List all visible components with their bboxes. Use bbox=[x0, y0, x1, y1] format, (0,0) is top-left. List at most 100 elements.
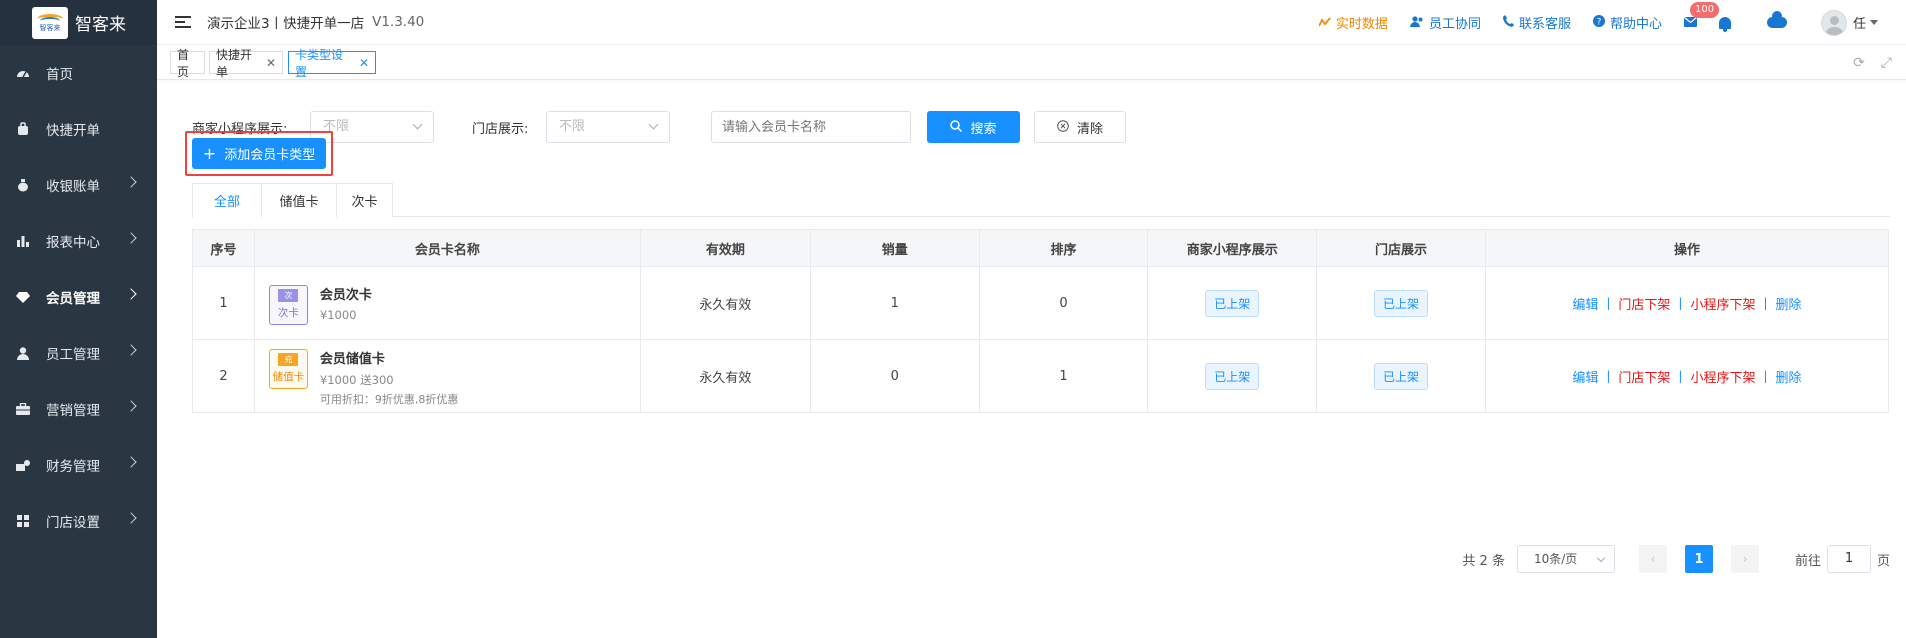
main-content: 商家小程序展示: 不限 门店展示: 不限 搜索 清除 + 添加会员卡类型 全部 … bbox=[157, 81, 1906, 638]
chevron-down-icon bbox=[412, 119, 423, 130]
times-card-icon: 次 次卡 bbox=[268, 284, 308, 325]
next-page-button[interactable]: › bbox=[1730, 545, 1759, 573]
delete-link[interactable]: 删除 bbox=[1776, 367, 1802, 386]
help-center-link[interactable]: ? 帮助中心 bbox=[1592, 13, 1662, 32]
page-number-1[interactable]: 1 bbox=[1684, 545, 1713, 573]
tags-bar-tools: ⟳ ⤢ bbox=[1837, 55, 1892, 71]
tag-quick-order[interactable]: 快捷开单 ✕ bbox=[209, 48, 283, 79]
user-name[interactable]: 任 bbox=[1853, 13, 1866, 32]
card-price: ¥1000 送300 bbox=[319, 372, 394, 387]
status-badge: 已上架 bbox=[1205, 289, 1260, 317]
grid-icon bbox=[16, 514, 30, 528]
users-icon bbox=[1409, 15, 1424, 30]
table-row: 2 充 储值卡 会员储值卡 ¥1000 送300 可用折扣：9折优惠,8折优惠 bbox=[192, 339, 1890, 413]
tags-bar: 首页 快捷开单 ✕ 卡类型设置 ✕ ⟳ ⤢ bbox=[157, 45, 1906, 80]
realtime-data-link[interactable]: 实时数据 bbox=[1318, 13, 1388, 32]
help-icon: ? bbox=[1592, 15, 1605, 30]
avatar[interactable] bbox=[1820, 9, 1847, 36]
col-sales: 销量 bbox=[809, 229, 980, 267]
staff-collab-link[interactable]: 员工协同 bbox=[1409, 13, 1481, 32]
top-header: 演示企业3丨快捷开单一店 V1.3.40 实时数据 员工协同 联系客服 ? 帮助… bbox=[157, 0, 1906, 45]
dashboard-icon bbox=[16, 66, 30, 80]
sidebar-item-quick-order[interactable]: 快捷开单 bbox=[0, 101, 157, 157]
col-validity: 有效期 bbox=[639, 229, 811, 267]
sidebar-item-home[interactable]: 首页 bbox=[0, 45, 157, 101]
card-name-search-input[interactable] bbox=[711, 111, 911, 143]
stored-value-card-icon: 充 储值卡 bbox=[268, 348, 308, 389]
briefcase-icon bbox=[16, 402, 30, 416]
table-header-row: 序号 会员卡名称 有效期 销量 排序 商家小程序展示 门店展示 操作 bbox=[192, 229, 1890, 267]
page-size-select[interactable]: 10条/页 bbox=[1516, 545, 1615, 573]
header-actions: 实时数据 员工协同 联系客服 ? 帮助中心 100 任 bbox=[1318, 0, 1906, 45]
refresh-icon[interactable]: ⟳ bbox=[1853, 55, 1865, 71]
prev-page-button[interactable]: ‹ bbox=[1638, 545, 1667, 573]
sidebar-item-marketing[interactable]: 营销管理 bbox=[0, 381, 157, 437]
col-sort: 排序 bbox=[978, 229, 1149, 267]
money-bag-icon bbox=[16, 178, 30, 192]
sidebar-item-store-settings[interactable]: 门店设置 bbox=[0, 493, 157, 549]
store-off-link[interactable]: 门店下架 bbox=[1618, 367, 1670, 386]
chevron-right-icon bbox=[125, 400, 137, 412]
fullscreen-icon[interactable]: ⤢ bbox=[1881, 55, 1892, 71]
goto-suffix: 页 bbox=[1876, 553, 1890, 569]
add-button-highlight: + 添加会员卡类型 bbox=[185, 131, 333, 176]
mini-off-link[interactable]: 小程序下架 bbox=[1690, 367, 1755, 386]
edit-link[interactable]: 编辑 bbox=[1572, 367, 1598, 386]
mini-off-link[interactable]: 小程序下架 bbox=[1690, 294, 1755, 313]
card-discount: 可用折扣：9折优惠,8折优惠 bbox=[319, 392, 459, 406]
add-card-type-button[interactable]: + 添加会员卡类型 bbox=[192, 138, 326, 169]
chevron-right-icon bbox=[125, 512, 137, 524]
sidebar-item-reports[interactable]: 报表中心 bbox=[0, 213, 157, 269]
tab-stored-value[interactable]: 储值卡 bbox=[261, 183, 337, 217]
chevron-left-icon: ‹ bbox=[1650, 552, 1656, 566]
goto-label: 前往 bbox=[1794, 553, 1821, 569]
contact-service-link[interactable]: 联系客服 bbox=[1502, 13, 1571, 32]
card-name: 会员次卡 bbox=[319, 287, 372, 303]
tab-times-card[interactable]: 次卡 bbox=[336, 183, 393, 217]
col-index: 序号 bbox=[192, 229, 255, 267]
sidebar-item-finance[interactable]: 财务管理 bbox=[0, 437, 157, 493]
search-icon bbox=[950, 119, 963, 135]
card-name: 会员储值卡 bbox=[319, 351, 385, 367]
chevron-right-icon bbox=[125, 232, 137, 244]
chevron-right-icon bbox=[125, 176, 137, 188]
close-icon[interactable]: ✕ bbox=[266, 56, 276, 70]
brand[interactable]: 智客来 智客来 bbox=[0, 0, 157, 45]
store-off-link[interactable]: 门店下架 bbox=[1618, 294, 1670, 313]
mail-button[interactable]: 100 bbox=[1683, 1, 1720, 31]
sidebar-item-members[interactable]: 会员管理 bbox=[0, 269, 157, 325]
search-button[interactable]: 搜索 bbox=[927, 111, 1020, 143]
delete-link[interactable]: 删除 bbox=[1776, 294, 1802, 313]
clear-button[interactable]: 清除 bbox=[1034, 111, 1126, 143]
goto-page-input[interactable]: 1 bbox=[1826, 545, 1871, 573]
tab-all[interactable]: 全部 bbox=[192, 183, 262, 218]
bar-chart-icon bbox=[16, 234, 30, 248]
table-row: 1 次 次卡 会员次卡 ¥1000 永久有效 1 0 已上架 已上架 编辑 | … bbox=[192, 266, 1890, 340]
clear-circle-icon bbox=[1057, 119, 1069, 135]
diamond-icon bbox=[16, 290, 30, 304]
store-filter-select[interactable]: 不限 bbox=[546, 111, 670, 143]
card-type-table: 序号 会员卡名称 有效期 销量 排序 商家小程序展示 门店展示 操作 1 次 次… bbox=[192, 229, 1890, 413]
finance-icon bbox=[16, 458, 30, 472]
sidebar-item-billing[interactable]: 收银账单 bbox=[0, 157, 157, 213]
col-mini-display: 商家小程序展示 bbox=[1147, 229, 1318, 267]
card-type-tabs: 全部 储值卡 次卡 bbox=[192, 183, 1890, 218]
trend-icon bbox=[1318, 16, 1331, 30]
caret-down-icon[interactable] bbox=[1870, 20, 1878, 25]
card-price: ¥1000 bbox=[319, 307, 357, 322]
tag-card-type-settings[interactable]: 卡类型设置 ✕ bbox=[288, 48, 376, 79]
mail-icon bbox=[1683, 16, 1697, 27]
col-card-name: 会员卡名称 bbox=[253, 229, 641, 267]
edit-link[interactable]: 编辑 bbox=[1572, 294, 1598, 313]
tag-home[interactable]: 首页 bbox=[170, 48, 205, 79]
chevron-right-icon bbox=[125, 288, 137, 300]
sidebar-item-staff[interactable]: 员工管理 bbox=[0, 325, 157, 381]
bell-icon[interactable] bbox=[1718, 16, 1731, 32]
cloud-icon[interactable] bbox=[1766, 11, 1787, 28]
status-badge: 已上架 bbox=[1205, 362, 1260, 390]
menu-toggle-icon[interactable] bbox=[175, 13, 191, 31]
close-icon[interactable]: ✕ bbox=[359, 56, 369, 70]
user-icon bbox=[16, 346, 30, 360]
mail-badge: 100 bbox=[1689, 1, 1720, 18]
chevron-down-icon bbox=[648, 119, 659, 130]
